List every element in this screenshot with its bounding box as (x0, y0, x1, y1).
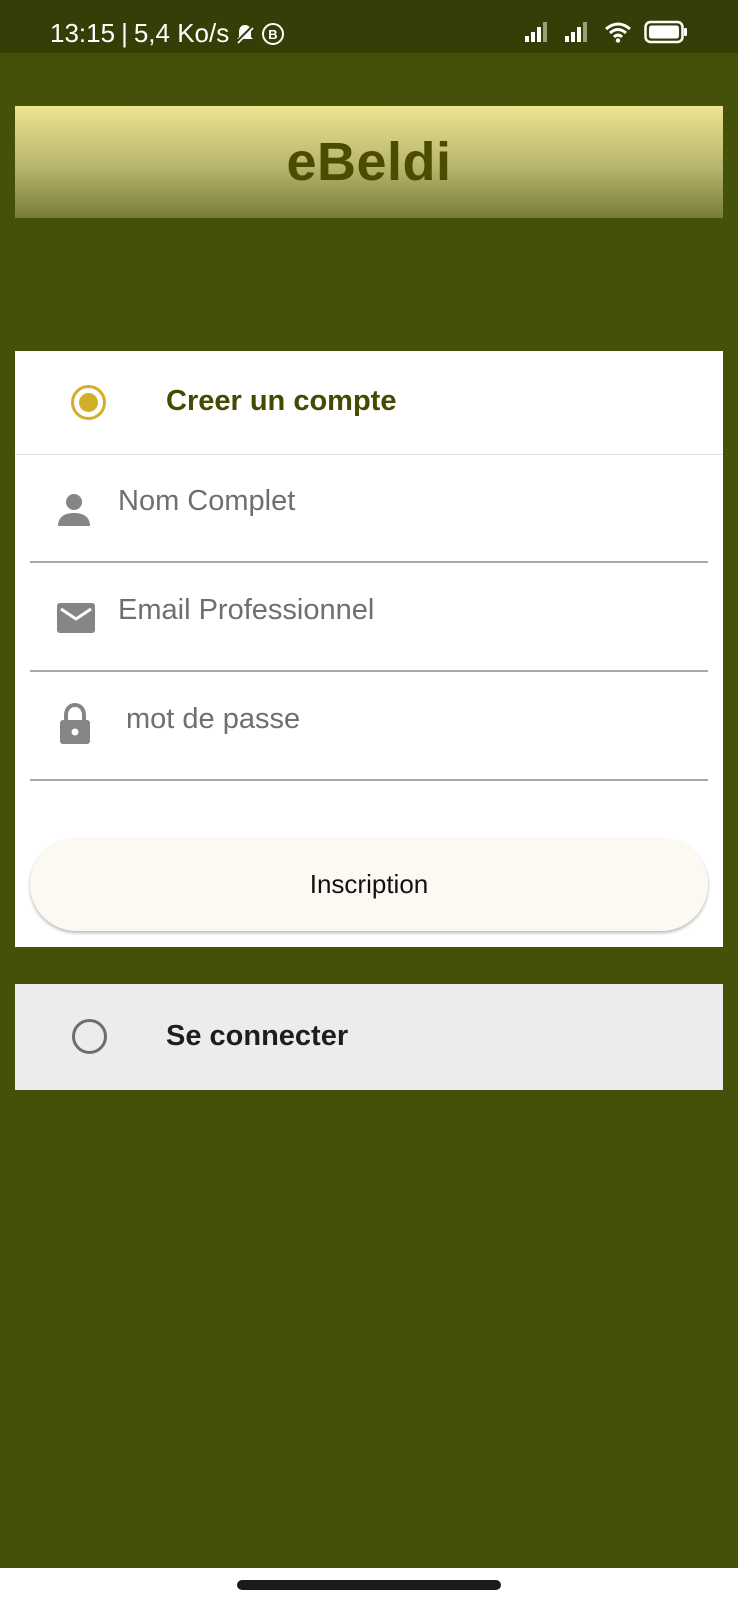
battery-icon (644, 20, 688, 49)
radio-selected-dot (79, 393, 98, 412)
password-field[interactable] (30, 673, 708, 781)
mail-icon (56, 602, 96, 639)
svg-text:B: B (269, 27, 278, 42)
inscription-button[interactable]: Inscription (30, 838, 708, 931)
status-bar: 13:15 | 5,4 Ko/s B (0, 0, 738, 53)
app-title: eBeldi (286, 132, 452, 192)
name-input[interactable] (118, 485, 678, 518)
b-badge-icon: B (261, 22, 285, 46)
navigation-bar (0, 1568, 738, 1600)
person-icon (56, 493, 92, 532)
login-option-label: Se connecter (166, 1020, 349, 1052)
mute-bell-icon (235, 23, 255, 45)
app-header: eBeldi (15, 106, 723, 218)
email-input[interactable] (118, 594, 678, 627)
status-right (524, 20, 688, 49)
login-radio[interactable] (72, 1019, 107, 1054)
signal-icon (564, 21, 592, 48)
login-option[interactable]: Se connecter (15, 984, 723, 1090)
lock-icon (58, 702, 92, 750)
wifi-icon (604, 21, 632, 48)
signup-radio[interactable] (71, 385, 106, 420)
status-network-speed: 5,4 Ko/s (133, 18, 230, 48)
signup-card: Creer un compte Inscrip (15, 351, 723, 947)
email-field[interactable] (30, 564, 708, 672)
home-gesture-handle[interactable] (237, 1580, 501, 1590)
signal-icon (524, 21, 552, 48)
signup-option-label: Creer un compte (166, 385, 397, 417)
password-input[interactable] (126, 703, 686, 736)
status-separator: | (121, 18, 128, 48)
status-time: 13:15 (50, 18, 116, 48)
name-field[interactable] (30, 455, 708, 563)
status-left: 13:15 | 5,4 Ko/s B (50, 18, 285, 49)
signup-option[interactable]: Creer un compte (15, 351, 723, 455)
